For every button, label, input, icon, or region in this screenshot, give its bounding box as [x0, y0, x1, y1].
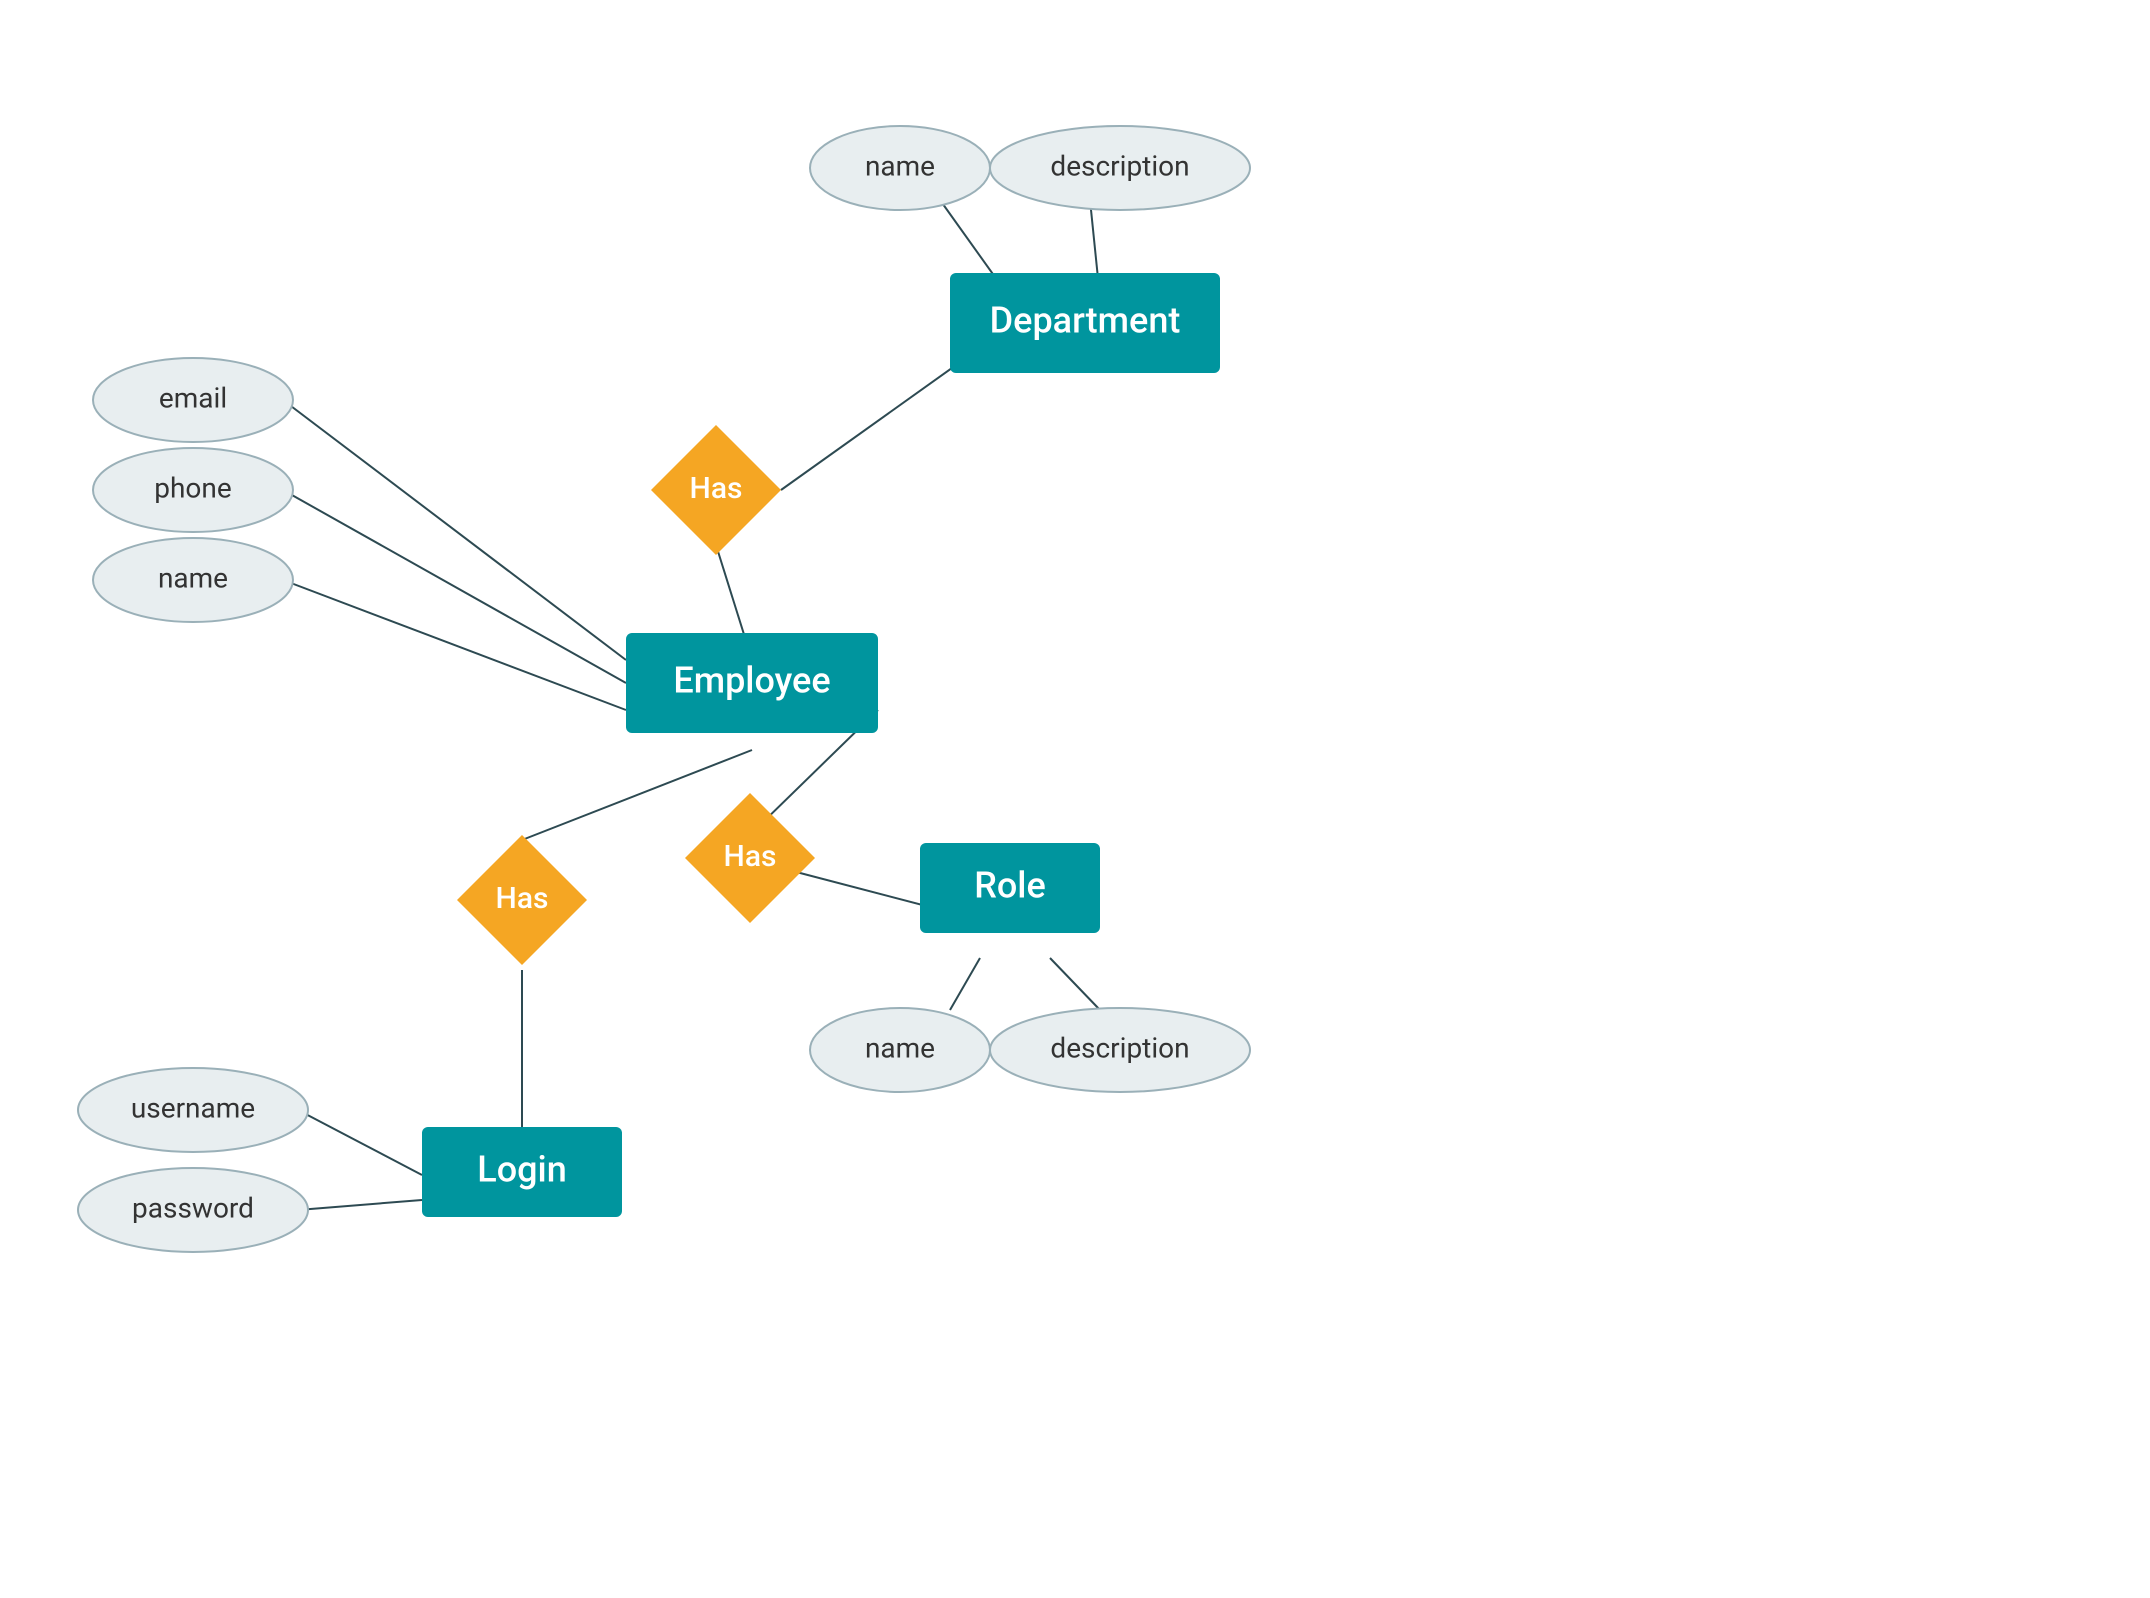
entity-department-label: Department — [990, 300, 1181, 342]
entity-employee-label: Employee — [673, 660, 830, 702]
attr-username-label: username — [131, 1091, 255, 1124]
entity-role-label: Role — [974, 865, 1046, 907]
line-rolename-role — [950, 958, 980, 1010]
attr-dept-name-label: name — [865, 149, 935, 182]
line-password-login — [298, 1200, 422, 1210]
line-username-login — [298, 1110, 422, 1175]
line-email-employee — [283, 400, 626, 660]
attr-phone-label: phone — [154, 471, 231, 504]
line-phone-employee — [283, 490, 626, 683]
relation-has-dept-label: Has — [690, 471, 743, 506]
er-diagram: Employee Department Login Role Has Has H… — [0, 0, 2150, 1594]
relation-has-role-label: Has — [724, 839, 777, 874]
line-name-employee — [283, 580, 626, 710]
entity-login-label: Login — [477, 1149, 567, 1191]
line-hasdept-dept — [781, 348, 980, 490]
attr-email-label: email — [159, 381, 227, 414]
attr-password-label: password — [132, 1191, 254, 1224]
attr-emp-name-label: name — [158, 561, 228, 594]
line-roledesc-role — [1050, 958, 1100, 1010]
relation-has-login-label: Has — [496, 881, 549, 916]
attr-dept-desc-label: description — [1050, 149, 1189, 182]
attr-role-desc-label: description — [1050, 1031, 1189, 1064]
attr-role-name-label: name — [865, 1031, 935, 1064]
